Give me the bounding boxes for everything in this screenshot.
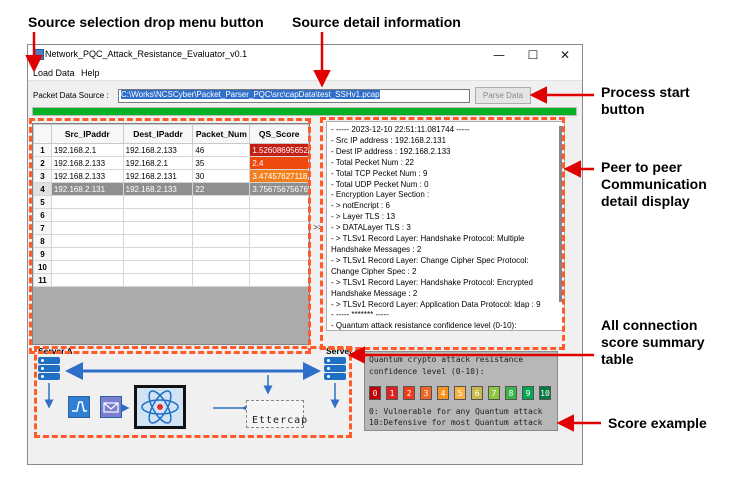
annotation-arrows (25, 32, 601, 432)
